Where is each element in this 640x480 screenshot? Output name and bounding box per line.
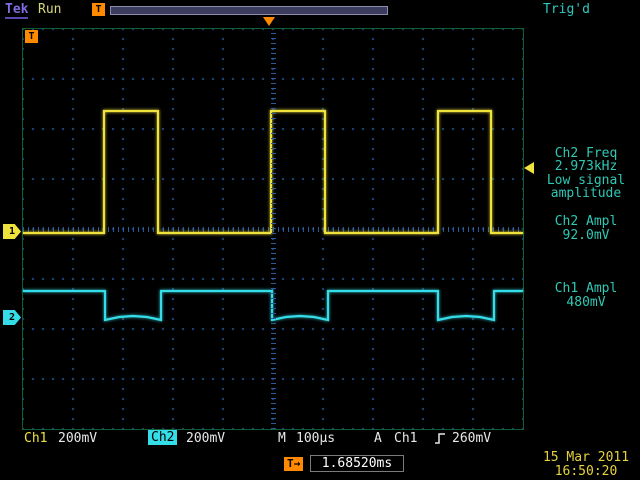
meas-warning-line2: amplitude xyxy=(534,187,638,200)
meas-ch2-ampl-label: Ch2 Ampl xyxy=(534,215,638,228)
trigger-position-readout: 1.68520ms xyxy=(310,455,404,472)
trigger-mode-label: A xyxy=(374,431,382,446)
ch2-ground-marker: 2 xyxy=(3,310,21,325)
trigger-position-arrow-icon xyxy=(263,17,275,26)
record-position-bar xyxy=(110,6,388,15)
brand-logo: Tek xyxy=(5,2,28,19)
meas-ch2-ampl-value: 92.0mV xyxy=(534,229,638,242)
timebase-readout: 100µs xyxy=(296,431,335,446)
meas-ch2-freq-value: 2.973kHz xyxy=(534,160,638,173)
trigger-corner-t-icon: T xyxy=(25,30,38,43)
ch1-label: Ch1 xyxy=(24,431,47,446)
date-text: 15 Mar 2011 xyxy=(534,451,638,465)
oscilloscope-screen: Tek Run T Trig'd T 1 2 Ch2 Freq 2.973kHz… xyxy=(0,0,640,480)
graticule xyxy=(22,28,524,430)
ch1-ground-marker: 1 xyxy=(3,224,21,239)
ch2-scale-readout: 200mV xyxy=(186,431,225,446)
timebase-label: M xyxy=(278,431,286,446)
acquisition-status: Run xyxy=(38,2,61,17)
datetime-display: 15 Mar 2011 16:50:20 xyxy=(534,451,638,479)
meas-ch1-ampl-label: Ch1 Ampl xyxy=(534,282,638,295)
meas-ch1-ampl-value: 480mV xyxy=(534,296,638,309)
ch1-scale-readout: 200mV xyxy=(58,431,97,446)
ch2-label: Ch2 xyxy=(148,430,177,445)
rising-edge-slope-icon xyxy=(434,432,446,445)
waveform-ch1 xyxy=(23,111,523,233)
trigger-level-arrow-icon xyxy=(524,162,534,174)
waveform-ch2 xyxy=(23,291,523,320)
time-text: 16:50:20 xyxy=(534,465,638,479)
trigger-position-footer-icon: T→ xyxy=(284,457,303,471)
trigger-source-readout: Ch1 xyxy=(394,431,417,446)
trigger-state-label: Trig'd xyxy=(543,2,590,17)
waveform-display xyxy=(23,29,523,429)
trigger-position-t-icon: T xyxy=(92,3,105,16)
trigger-level-readout: 260mV xyxy=(452,431,491,446)
